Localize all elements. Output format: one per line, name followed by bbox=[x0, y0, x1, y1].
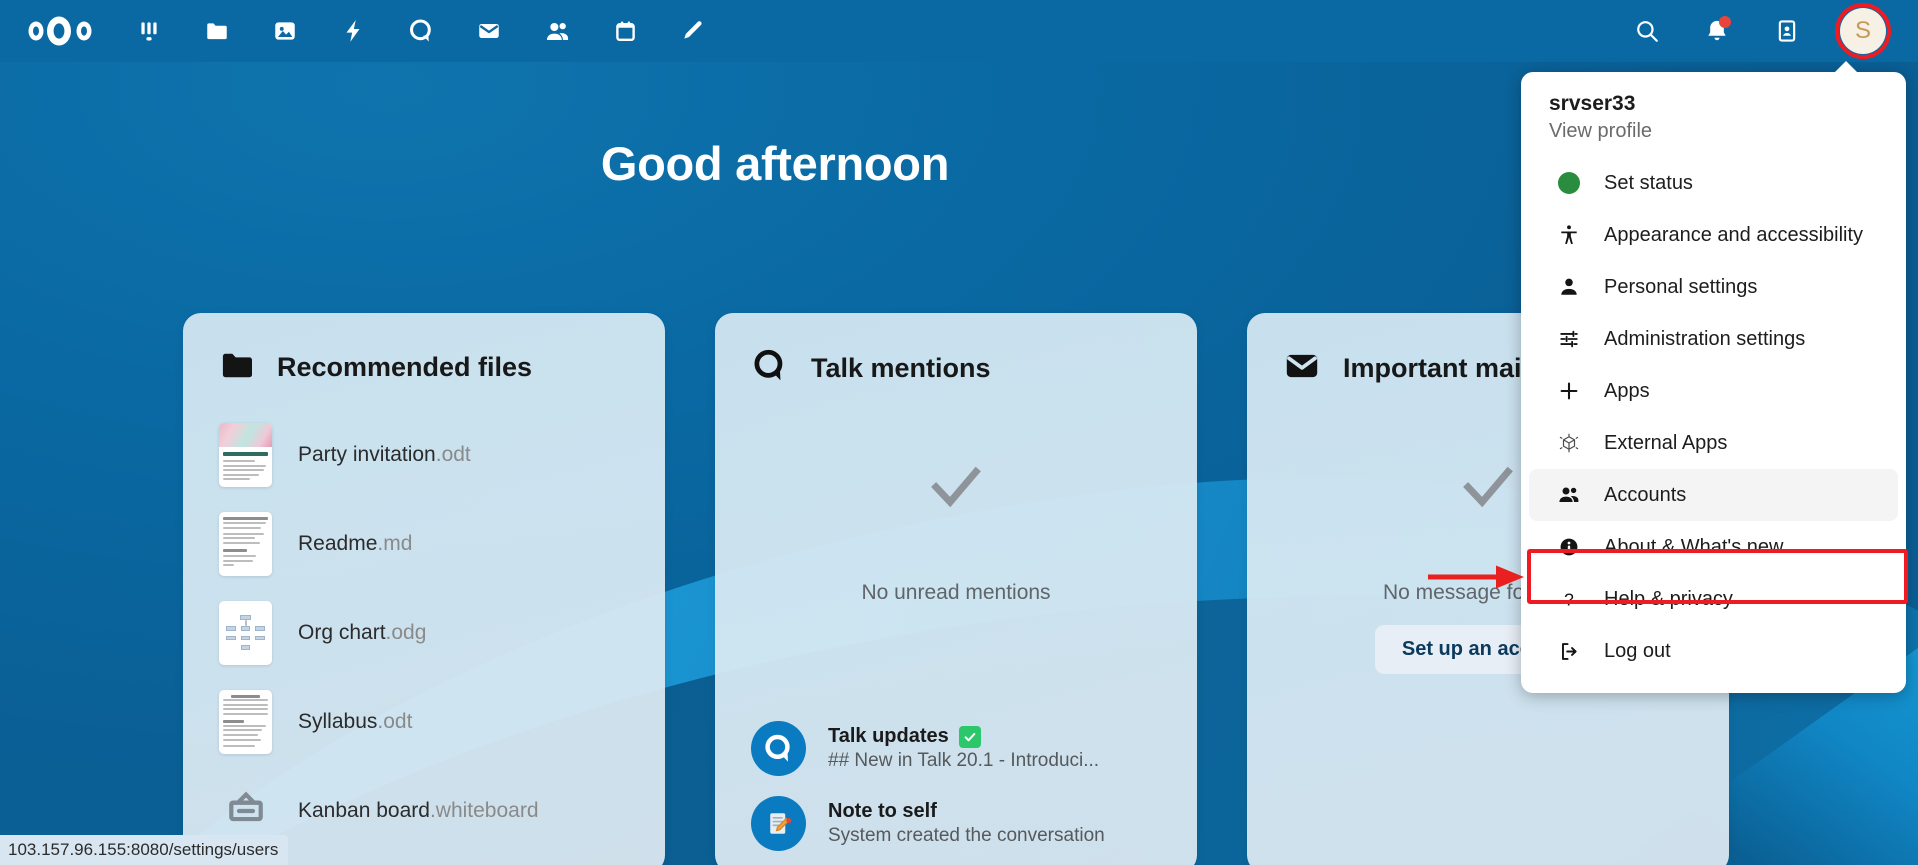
status-dot-icon bbox=[1556, 172, 1582, 194]
conversation-title: Talk updates bbox=[828, 725, 1099, 748]
widget-header: Recommended files bbox=[219, 347, 629, 388]
menu-item-label: Set status bbox=[1604, 171, 1693, 194]
activity-icon[interactable] bbox=[330, 8, 376, 54]
contacts-menu-icon[interactable] bbox=[1766, 10, 1808, 52]
widget-recommended-files: Recommended files Party invitation.odt R… bbox=[183, 313, 665, 865]
search-icon[interactable] bbox=[1626, 10, 1668, 52]
menu-item-personal-settings[interactable]: Personal settings bbox=[1529, 261, 1898, 313]
widget-header: Talk mentions bbox=[751, 347, 1161, 390]
username-label: srvser33 bbox=[1549, 92, 1636, 115]
menu-item-accounts[interactable]: Accounts bbox=[1529, 469, 1898, 521]
photos-icon[interactable] bbox=[262, 8, 308, 54]
menu-item-label: About & What's new bbox=[1604, 535, 1784, 558]
notifications-icon[interactable] bbox=[1696, 10, 1738, 52]
plus-icon bbox=[1556, 379, 1582, 403]
list-item[interactable]: Syllabus.odt bbox=[219, 677, 629, 766]
menu-item-label: External Apps bbox=[1604, 431, 1728, 454]
calendar-icon[interactable] bbox=[602, 8, 648, 54]
conversation-texts: Note to self System created the conversa… bbox=[828, 800, 1105, 847]
menu-item-help-privacy[interactable]: ? Help & privacy bbox=[1529, 573, 1898, 625]
widget-title: Important mail bbox=[1343, 353, 1530, 383]
cube-icon bbox=[1556, 432, 1582, 454]
file-thumbnail bbox=[219, 689, 272, 754]
info-icon bbox=[1556, 536, 1582, 558]
empty-state: No unread mentions bbox=[751, 400, 1161, 605]
accounts-icon bbox=[1556, 483, 1582, 507]
dashboard-icon[interactable] bbox=[126, 8, 172, 54]
app-navigation-icons bbox=[126, 8, 716, 54]
widget-title: Talk mentions bbox=[811, 353, 991, 383]
menu-item-appearance[interactable]: Appearance and accessibility bbox=[1529, 209, 1898, 261]
check-icon bbox=[1449, 454, 1527, 523]
user-avatar-button[interactable]: S bbox=[1835, 3, 1891, 59]
browser-status-bar: 103.157.96.155:8080/settings/users bbox=[0, 835, 289, 865]
menu-item-label: Log out bbox=[1604, 639, 1671, 662]
files-icon[interactable] bbox=[194, 8, 240, 54]
menu-item-external-apps[interactable]: External Apps bbox=[1529, 417, 1898, 469]
conversation-list: Talk updates ## New in Talk 20.1 - Intro… bbox=[751, 711, 1171, 861]
menu-item-administration-settings[interactable]: Administration settings bbox=[1529, 313, 1898, 365]
sliders-icon bbox=[1556, 328, 1582, 350]
folder-icon bbox=[219, 347, 255, 388]
user-menu-popup: srvser33 View profile Set status Appeara… bbox=[1521, 61, 1906, 693]
menu-item-label: Accounts bbox=[1604, 483, 1687, 506]
mail-icon[interactable] bbox=[466, 8, 512, 54]
whiteboard-icon bbox=[219, 779, 272, 843]
question-icon: ? bbox=[1556, 587, 1582, 611]
notification-badge-dot bbox=[1719, 16, 1731, 28]
menu-item-set-status[interactable]: Set status bbox=[1529, 157, 1898, 209]
view-profile-link[interactable]: View profile bbox=[1521, 116, 1906, 157]
topbar-right-actions: S bbox=[1626, 3, 1891, 59]
menu-item-about[interactable]: About & What's new bbox=[1529, 521, 1898, 573]
person-icon bbox=[1556, 276, 1582, 298]
menu-item-label: Appearance and accessibility bbox=[1604, 223, 1864, 246]
avatar: S bbox=[1840, 8, 1886, 54]
menu-item-label: Apps bbox=[1604, 379, 1650, 402]
talk-icon bbox=[751, 347, 789, 390]
file-name: Readme.md bbox=[298, 531, 413, 555]
menu-item-apps[interactable]: Apps bbox=[1529, 365, 1898, 417]
conversation-subtitle: System created the conversation bbox=[828, 825, 1105, 846]
list-item[interactable]: Party invitation.odt bbox=[219, 410, 629, 499]
page-title: Good afternoon bbox=[600, 137, 950, 190]
file-name: Syllabus.odt bbox=[298, 709, 413, 733]
list-item[interactable]: Org chart.odg bbox=[219, 588, 629, 677]
widget-title: Recommended files bbox=[277, 352, 533, 382]
file-thumbnail bbox=[219, 600, 272, 665]
file-thumbnail bbox=[219, 511, 272, 576]
menu-item-label: Help & privacy bbox=[1604, 587, 1733, 610]
recommended-file-list: Party invitation.odt Readme.md Org chart… bbox=[219, 410, 629, 855]
file-thumbnail bbox=[219, 422, 272, 487]
list-item[interactable]: Talk updates ## New in Talk 20.1 - Intro… bbox=[751, 711, 1171, 786]
verified-check-icon bbox=[958, 725, 981, 748]
widget-talk-mentions: Talk mentions No unread mentions Talk up… bbox=[715, 313, 1197, 865]
logout-icon bbox=[1556, 640, 1582, 663]
file-name: Org chart.odg bbox=[298, 620, 427, 644]
file-name: Party invitation.odt bbox=[298, 442, 471, 466]
menu-item-label: Personal settings bbox=[1604, 275, 1758, 298]
menu-item-logout[interactable]: Log out bbox=[1529, 625, 1898, 677]
note-avatar bbox=[751, 796, 806, 851]
list-item[interactable]: Note to self System created the conversa… bbox=[751, 786, 1171, 861]
talk-bot-avatar bbox=[751, 721, 806, 776]
check-icon bbox=[917, 454, 995, 523]
talk-icon[interactable] bbox=[398, 8, 444, 54]
empty-state-text: No unread mentions bbox=[861, 581, 1051, 604]
conversation-title: Note to self bbox=[828, 800, 937, 822]
conversation-subtitle: ## New in Talk 20.1 - Introduci... bbox=[828, 750, 1100, 771]
mail-icon bbox=[1283, 347, 1321, 390]
nextcloud-logo[interactable] bbox=[18, 9, 104, 53]
nextcloud-dashboard-page: S Good afternoon Recommended files Party… bbox=[0, 0, 1918, 865]
list-item[interactable]: Readme.md bbox=[219, 499, 629, 588]
menu-item-label: Administration settings bbox=[1604, 327, 1806, 350]
notes-icon[interactable] bbox=[670, 8, 716, 54]
contacts-icon[interactable] bbox=[534, 8, 580, 54]
top-navigation-bar: S bbox=[0, 0, 1918, 62]
accessibility-icon bbox=[1556, 223, 1582, 247]
file-name: Kanban board.whiteboard bbox=[298, 798, 539, 822]
svg-text:?: ? bbox=[1564, 589, 1574, 609]
conversation-texts: Talk updates ## New in Talk 20.1 - Intro… bbox=[828, 725, 1099, 772]
dashboard-widgets: Recommended files Party invitation.odt R… bbox=[183, 313, 1729, 865]
